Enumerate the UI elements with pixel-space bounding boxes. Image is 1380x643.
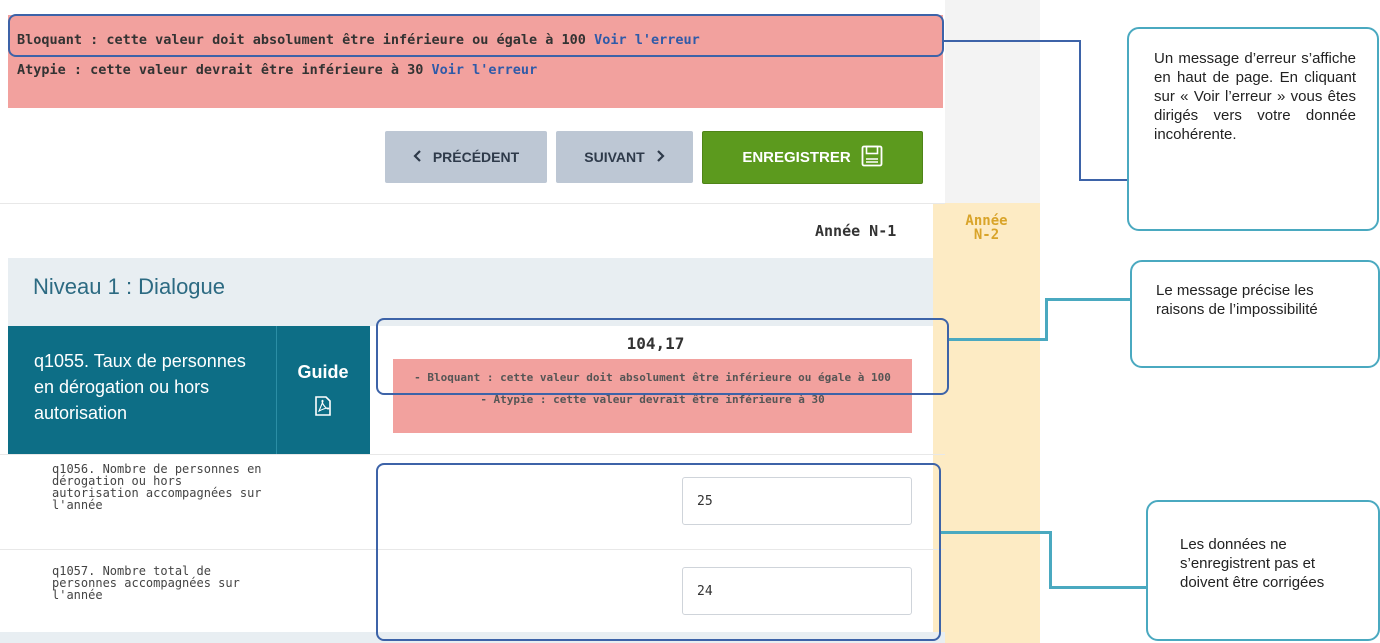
callout-error-message: Un message d’erreur s’affiche en haut de… bbox=[1127, 27, 1379, 231]
subquestion-label-q1056: q1056. Nombre de personnes en dérogation… bbox=[52, 462, 262, 512]
guide-cell[interactable] bbox=[276, 326, 370, 454]
connector bbox=[1045, 298, 1131, 301]
connector bbox=[1049, 586, 1147, 589]
previous-button[interactable]: PRÉCÉDENT bbox=[385, 131, 547, 183]
chevron-right-icon bbox=[655, 149, 665, 165]
connector bbox=[1079, 179, 1129, 181]
connector bbox=[1079, 40, 1081, 181]
connector bbox=[1045, 298, 1048, 341]
connector bbox=[949, 338, 1047, 341]
chevron-left-icon bbox=[413, 149, 423, 165]
guide-label[interactable]: Guide bbox=[276, 362, 370, 383]
pdf-icon[interactable] bbox=[314, 396, 332, 420]
divider bbox=[0, 454, 945, 455]
callout-reasons: Le message précise les raisons de l’impo… bbox=[1130, 260, 1380, 368]
highlight-top-error bbox=[8, 14, 944, 57]
divider bbox=[0, 203, 945, 204]
section-title: Niveau 1 : Dialogue bbox=[33, 274, 226, 299]
year-n2-column bbox=[933, 203, 1040, 643]
callout-not-saved: Les données ne s’enregistrent pas et doi… bbox=[1146, 500, 1380, 641]
year-n2-header: Année N-2 bbox=[965, 213, 1008, 243]
connector bbox=[941, 531, 1051, 534]
next-button[interactable]: SUIVANT bbox=[556, 131, 693, 183]
subquestion-label-q1057: q1057. Nombre total de personnes accompa… bbox=[52, 564, 240, 602]
alert-atypie: Atypie : cette valeur devrait être infér… bbox=[17, 62, 538, 78]
voir-erreur-link-2[interactable]: Voir l'erreur bbox=[432, 62, 538, 78]
floppy-disk-icon bbox=[861, 145, 883, 171]
connector bbox=[944, 40, 1080, 42]
question-title: q1055. Taux de personnes en dérogation o… bbox=[34, 351, 246, 423]
highlight-inputs bbox=[376, 463, 941, 641]
save-button[interactable]: ENREGISTRER bbox=[702, 131, 923, 184]
connector bbox=[1049, 531, 1052, 589]
highlight-inline-error bbox=[376, 318, 949, 395]
year-n1-header: Année N-1 bbox=[815, 222, 897, 240]
